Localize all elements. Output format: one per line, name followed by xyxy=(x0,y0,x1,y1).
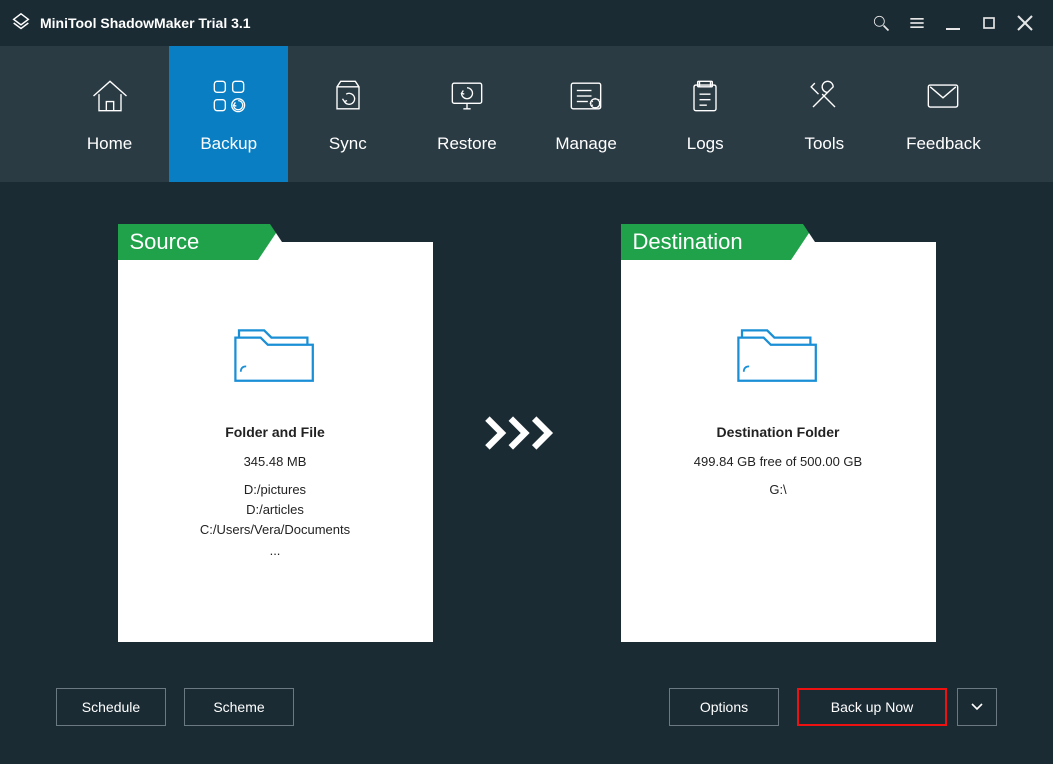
nav-backup[interactable]: Backup xyxy=(169,46,288,182)
app-logo-icon xyxy=(10,12,32,34)
source-header: Source xyxy=(118,224,258,260)
nav-manage[interactable]: Manage xyxy=(527,46,646,182)
search-button[interactable] xyxy=(863,5,899,41)
transfer-arrows-icon xyxy=(483,415,571,451)
feedback-icon xyxy=(921,74,965,118)
main-panel: Source Folder and File 345.48 MB D:/pict… xyxy=(0,182,1053,764)
source-path: D:/pictures xyxy=(118,480,433,500)
tools-icon xyxy=(802,74,846,118)
nav-restore[interactable]: Restore xyxy=(407,46,526,182)
nav-label: Sync xyxy=(329,134,367,154)
logs-icon xyxy=(683,74,727,118)
sync-icon xyxy=(326,74,370,118)
nav-label: Logs xyxy=(687,134,724,154)
schedule-button[interactable]: Schedule xyxy=(56,688,166,726)
backup-now-button[interactable]: Back up Now xyxy=(797,688,947,726)
options-button[interactable]: Options xyxy=(669,688,779,726)
nav-label: Home xyxy=(87,134,132,154)
main-nav: Home Backup Sync Restore Manage Logs Too… xyxy=(0,46,1053,182)
source-path: D:/articles xyxy=(118,500,433,520)
nav-logs[interactable]: Logs xyxy=(646,46,765,182)
destination-free: 499.84 GB free of 500.00 GB xyxy=(621,452,936,472)
options-label: Options xyxy=(700,699,748,715)
scheme-button[interactable]: Scheme xyxy=(184,688,294,726)
nav-label: Tools xyxy=(804,134,844,154)
backup-now-dropdown[interactable] xyxy=(957,688,997,726)
folder-icon xyxy=(733,316,823,388)
destination-drive: G:\ xyxy=(621,480,936,500)
scheme-label: Scheme xyxy=(213,699,264,715)
folder-icon xyxy=(230,316,320,388)
minimize-button[interactable] xyxy=(935,5,971,41)
source-path: C:/Users/Vera/Documents xyxy=(118,520,433,540)
source-card[interactable]: Source Folder and File 345.48 MB D:/pict… xyxy=(118,224,433,642)
manage-icon xyxy=(564,74,608,118)
nav-label: Backup xyxy=(200,134,257,154)
home-icon xyxy=(88,74,132,118)
destination-card[interactable]: Destination Destination Folder 499.84 GB… xyxy=(621,224,936,642)
bottom-toolbar: Schedule Scheme Options Back up Now xyxy=(56,688,997,726)
nav-label: Restore xyxy=(437,134,497,154)
nav-label: Manage xyxy=(555,134,616,154)
source-title: Folder and File xyxy=(118,424,433,440)
backup-now-label: Back up Now xyxy=(831,699,913,715)
minimize-icon xyxy=(941,11,965,35)
schedule-label: Schedule xyxy=(82,699,140,715)
close-icon xyxy=(1013,11,1037,35)
app-title: MiniTool ShadowMaker Trial 3.1 xyxy=(40,15,251,31)
maximize-icon xyxy=(979,13,999,33)
titlebar: MiniTool ShadowMaker Trial 3.1 xyxy=(0,0,1053,46)
nav-tools[interactable]: Tools xyxy=(765,46,884,182)
menu-button[interactable] xyxy=(899,5,935,41)
nav-home[interactable]: Home xyxy=(50,46,169,182)
close-button[interactable] xyxy=(1007,5,1043,41)
menu-icon xyxy=(907,13,927,33)
restore-icon xyxy=(445,74,489,118)
nav-feedback[interactable]: Feedback xyxy=(884,46,1003,182)
backup-icon xyxy=(207,74,251,118)
source-size: 345.48 MB xyxy=(118,452,433,472)
destination-title: Destination Folder xyxy=(621,424,936,440)
source-path: ... xyxy=(118,541,433,561)
chevron-down-icon xyxy=(971,703,983,711)
maximize-button[interactable] xyxy=(971,5,1007,41)
nav-sync[interactable]: Sync xyxy=(288,46,407,182)
nav-label: Feedback xyxy=(906,134,981,154)
search-icon xyxy=(871,13,891,33)
destination-header: Destination xyxy=(621,224,791,260)
